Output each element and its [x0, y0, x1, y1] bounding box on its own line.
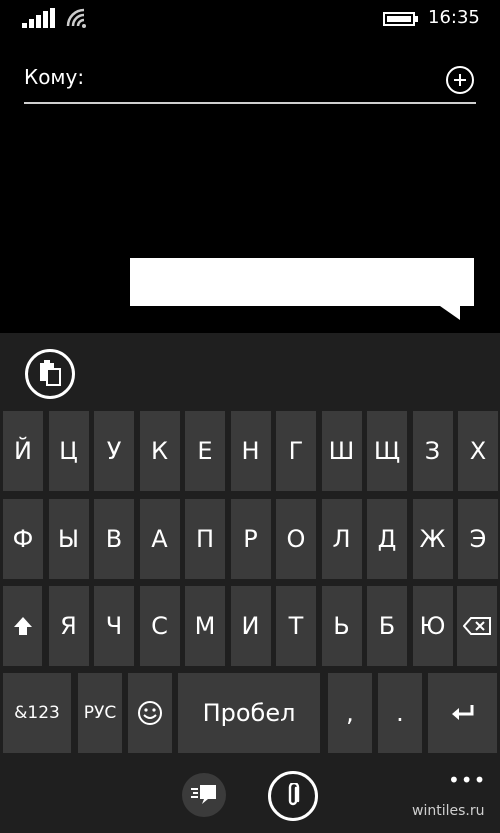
symbols-key[interactable]: &123	[3, 673, 71, 753]
space-key[interactable]: Пробел	[178, 673, 320, 753]
key-Ж[interactable]: Ж	[412, 499, 453, 579]
plus-circle-icon[interactable]	[446, 66, 474, 94]
key-И[interactable]: И	[230, 586, 271, 666]
backspace-icon	[463, 617, 491, 635]
shift-arrow-icon	[13, 617, 32, 635]
key-Г[interactable]: Г	[276, 411, 316, 491]
attach-icon	[288, 783, 300, 806]
key-С[interactable]: С	[139, 586, 180, 666]
key-А[interactable]: А	[139, 499, 180, 579]
key-Ш[interactable]: Ш	[321, 411, 362, 491]
key-Э[interactable]: Э	[458, 499, 498, 579]
key-М[interactable]: М	[185, 586, 225, 666]
chat-switch-button[interactable]	[182, 773, 226, 817]
key-Т[interactable]: Т	[276, 586, 316, 666]
backspace-key[interactable]	[457, 586, 497, 666]
status-bar: 16:35	[0, 0, 500, 40]
key-Ц[interactable]: Ц	[48, 411, 89, 491]
language-key[interactable]: РУС	[78, 673, 122, 753]
to-label: Кому:	[24, 65, 85, 89]
key-Б[interactable]: Б	[367, 586, 407, 666]
key-Н[interactable]: Н	[230, 411, 271, 491]
key-В[interactable]: В	[94, 499, 134, 579]
key-Ю[interactable]: Ю	[412, 586, 453, 666]
recipient-input[interactable]	[94, 62, 438, 98]
keyboard: ЙЦУКЕНГШЩЗХ ФЫВАПРОЛДЖЭ ЯЧСМИТЬБЮ &123 Р…	[0, 333, 500, 833]
key-Ф[interactable]: Ф	[3, 499, 43, 579]
shift-key[interactable]	[3, 586, 42, 666]
clock: 16:35	[428, 7, 480, 28]
key-Е[interactable]: Е	[185, 411, 225, 491]
key-П[interactable]: П	[185, 499, 225, 579]
enter-key[interactable]	[428, 673, 497, 753]
key-Ы[interactable]: Ы	[48, 499, 89, 579]
key-З[interactable]: З	[412, 411, 453, 491]
chat-switch-icon	[191, 785, 216, 804]
key-Я[interactable]: Я	[48, 586, 89, 666]
wifi-icon	[66, 8, 86, 28]
key-Й[interactable]: Й	[3, 411, 43, 491]
key-Л[interactable]: Л	[321, 499, 362, 579]
battery-icon	[383, 12, 418, 26]
key-К[interactable]: К	[139, 411, 180, 491]
period-key[interactable]: .	[378, 673, 422, 753]
key-Д[interactable]: Д	[367, 499, 407, 579]
signal-icon	[22, 8, 55, 28]
enter-arrow-icon	[451, 705, 473, 720]
message-bubble-tail	[440, 306, 460, 320]
clipboard-button[interactable]	[25, 349, 75, 399]
key-У[interactable]: У	[94, 411, 134, 491]
watermark: wintiles.ru	[412, 803, 485, 819]
key-Ч[interactable]: Ч	[94, 586, 134, 666]
emoji-key[interactable]	[128, 673, 172, 753]
key-Р[interactable]: Р	[230, 499, 271, 579]
message-bubble[interactable]	[130, 258, 474, 306]
key-Щ[interactable]: Щ	[367, 411, 407, 491]
smiley-icon	[138, 701, 162, 725]
comma-key[interactable]: ,	[328, 673, 372, 753]
recipient-field[interactable]: Кому:	[24, 62, 476, 104]
key-Х[interactable]: Х	[458, 411, 498, 491]
clipboard-icon	[40, 360, 61, 386]
attach-button[interactable]	[268, 771, 318, 821]
key-О[interactable]: О	[276, 499, 316, 579]
more-button[interactable]: •••	[448, 768, 486, 792]
key-Ь[interactable]: Ь	[321, 586, 362, 666]
